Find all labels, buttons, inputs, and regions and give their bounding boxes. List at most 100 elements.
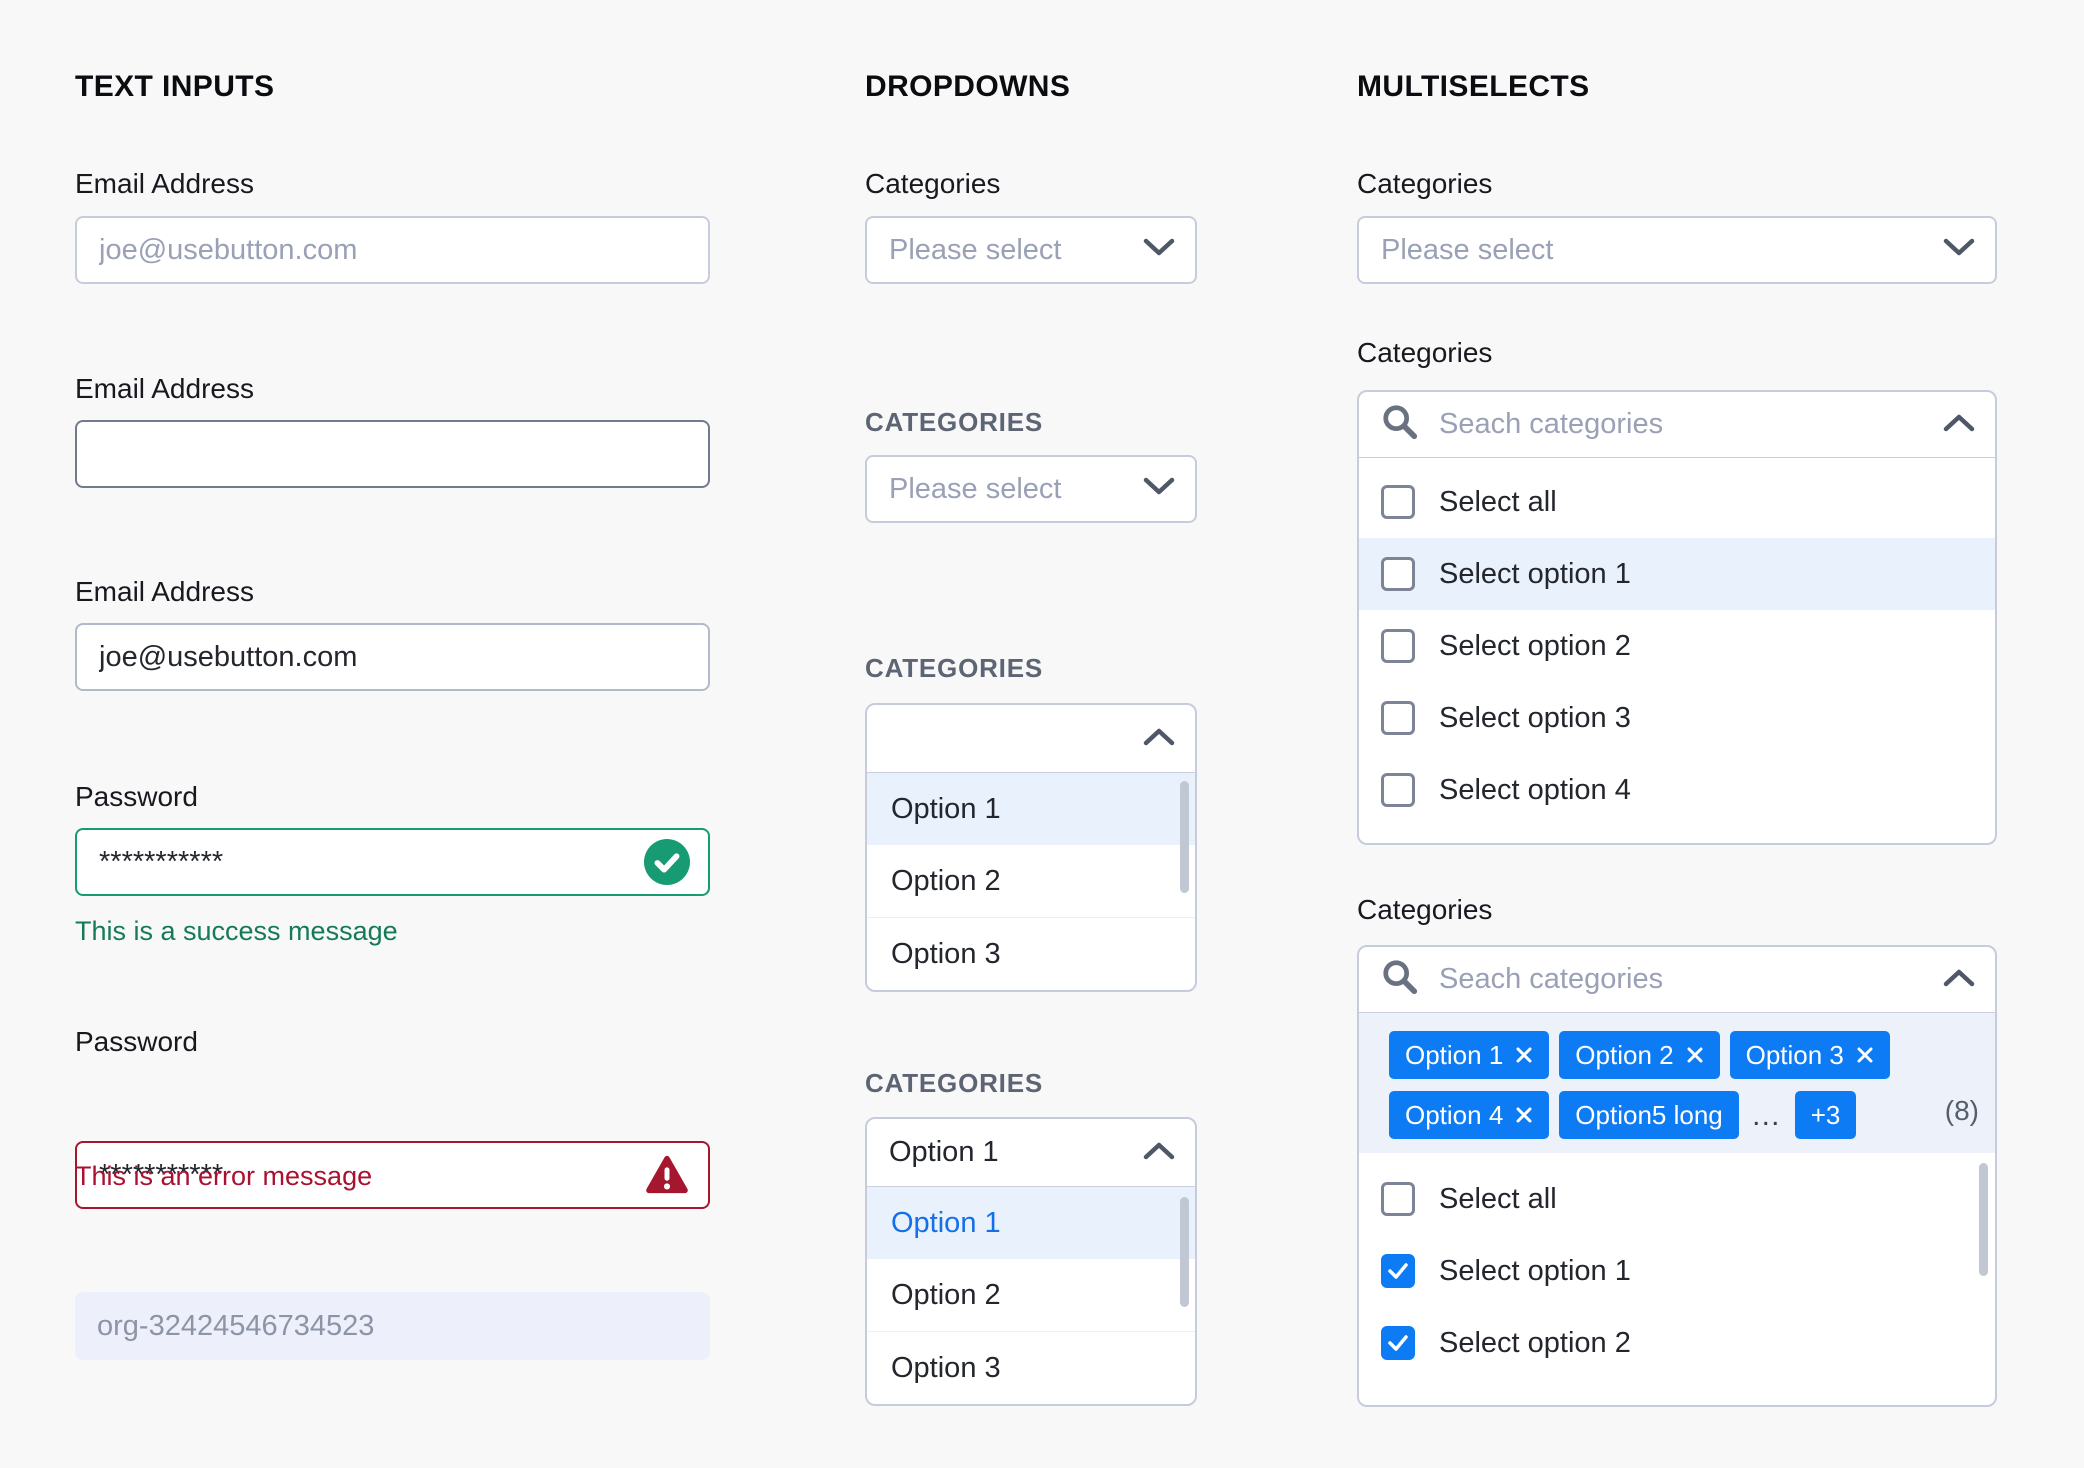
checkbox-label: Select option 1 xyxy=(1439,1254,1631,1287)
dropdown-caps-label: CATEGORIES xyxy=(865,407,1043,437)
scrollbar-thumb[interactable] xyxy=(1979,1163,1988,1276)
scrollbar-thumb[interactable] xyxy=(1180,781,1189,893)
org-id-input-disabled xyxy=(75,1292,710,1360)
tag-chip: Option 4 xyxy=(1389,1091,1550,1139)
dropdown-open-panel: Option 1 Option 2 Option 3 xyxy=(865,703,1197,992)
checkbox-checked[interactable] xyxy=(1381,1326,1415,1360)
checkbox-label: Select all xyxy=(1439,1182,1557,1215)
option-item[interactable]: Option 2 xyxy=(867,1259,1195,1332)
checkbox-label: Select all xyxy=(1439,485,1557,518)
chevron-up-icon xyxy=(1943,413,1975,437)
checkbox-label: Select option 2 xyxy=(1439,629,1631,662)
checkbox-checked[interactable] xyxy=(1381,1254,1415,1288)
multiselects-column: MULTISELECTS Categories Please select Ca… xyxy=(1357,0,1997,1468)
success-check-icon xyxy=(644,839,690,885)
tag-label: Option5 long xyxy=(1575,1099,1723,1130)
checkbox-row[interactable]: Select option 1 xyxy=(1359,538,1995,610)
scrollbar-thumb[interactable] xyxy=(1180,1197,1189,1307)
chevron-up-icon xyxy=(1143,1141,1175,1165)
multiselect-search-label: Categories xyxy=(1357,337,1493,368)
checkbox-row-select-all[interactable]: Select all xyxy=(1359,466,1995,538)
text-inputs-title: TEXT INPUTS xyxy=(75,70,275,103)
dropdown-open-options: Option 1 Option 2 Option 3 xyxy=(867,773,1195,990)
success-message: This is a success message xyxy=(75,916,398,946)
multiselects-title: MULTISELECTS xyxy=(1357,70,1590,103)
tag-remove-icon[interactable] xyxy=(1515,1046,1533,1064)
tag-label: Option 4 xyxy=(1405,1099,1504,1130)
dropdown-selected-trigger[interactable]: Option 1 xyxy=(867,1119,1195,1187)
email-input-placeholder[interactable] xyxy=(75,216,710,284)
tag-remove-icon[interactable] xyxy=(1686,1046,1704,1064)
password-input-success[interactable] xyxy=(75,828,710,896)
checkbox-row[interactable]: Select option 1 xyxy=(1359,1235,1995,1307)
multiselect-basic-label: Categories xyxy=(1357,168,1493,199)
multiselect-tags-panel: Option 1 Option 2 Option 3 Option 4 xyxy=(1357,945,1997,1407)
password-label-error: Password xyxy=(75,1026,198,1057)
checkbox-unchecked[interactable] xyxy=(1381,557,1415,591)
checkbox-label: Select option 1 xyxy=(1439,557,1631,590)
dropdown-open-label: CATEGORIES xyxy=(865,653,1043,683)
tag-label: Option 3 xyxy=(1745,1039,1844,1070)
multiselect-search-input[interactable] xyxy=(1437,407,1925,442)
email-input-filled[interactable] xyxy=(75,623,710,691)
chevron-up-icon xyxy=(1943,968,1975,992)
checkbox-unchecked[interactable] xyxy=(1381,701,1415,735)
checkbox-row[interactable]: Select option 4 xyxy=(1359,754,1995,826)
email-label-focused: Email Address xyxy=(75,373,254,404)
selected-count: (8) xyxy=(1944,1095,1979,1126)
multiselect-tags-label: Categories xyxy=(1357,894,1493,925)
option-item[interactable]: Option 1 xyxy=(867,773,1195,845)
option-item[interactable]: Option 3 xyxy=(867,918,1195,990)
multiselect-tags-search-input[interactable] xyxy=(1437,962,1925,997)
checkbox-label: Select option 2 xyxy=(1439,1326,1631,1359)
tag-overflow-chip[interactable]: +3 xyxy=(1794,1091,1857,1139)
tag-chip: Option5 long xyxy=(1559,1091,1739,1139)
dropdown-selected-value: Option 1 xyxy=(889,1136,999,1168)
dropdown-selected-label: CATEGORIES xyxy=(865,1068,1043,1098)
option-item[interactable]: Option 3 xyxy=(867,1332,1195,1404)
tag-label: Option 2 xyxy=(1575,1039,1674,1070)
dropdowns-title: DROPDOWNS xyxy=(865,70,1071,103)
dropdown-basic-label: Categories xyxy=(865,168,1001,199)
dropdown-open-trigger[interactable] xyxy=(867,705,1195,773)
dropdowns-column: DROPDOWNS Categories Please select CATEG… xyxy=(865,0,1197,1468)
checkbox-row-select-all[interactable]: Select all xyxy=(1359,1163,1995,1235)
checkbox-unchecked[interactable] xyxy=(1381,485,1415,519)
dropdown-caps-select[interactable]: Please select xyxy=(865,455,1197,523)
dropdown-basic-select[interactable]: Please select xyxy=(865,216,1197,284)
checkbox-unchecked[interactable] xyxy=(1381,773,1415,807)
checkbox-row[interactable]: Select option 2 xyxy=(1359,1307,1995,1379)
chevron-down-icon xyxy=(1943,238,1975,262)
multiselect-basic-select[interactable]: Please select xyxy=(1357,216,1997,284)
tag-remove-icon[interactable] xyxy=(1515,1106,1533,1124)
option-item-selected[interactable]: Option 1 xyxy=(867,1187,1195,1259)
checkbox-label: Select option 3 xyxy=(1439,701,1631,734)
checkbox-unchecked[interactable] xyxy=(1381,629,1415,663)
chevron-down-icon xyxy=(1143,238,1175,262)
tag-chip: Option 3 xyxy=(1729,1031,1890,1079)
multiselect-tags-search-row xyxy=(1359,947,1995,1013)
form-components-screen: TEXT INPUTS Email Address Email Address … xyxy=(0,0,2084,1468)
multiselect-search-options: Select all Select option 1 Select option… xyxy=(1359,458,1995,826)
email-label-filled: Email Address xyxy=(75,576,254,607)
dropdown-selected-options: Option 1 Option 2 Option 3 xyxy=(867,1187,1195,1404)
email-label: Email Address xyxy=(75,168,254,199)
password-label-success: Password xyxy=(75,781,198,812)
tag-remove-icon[interactable] xyxy=(1856,1046,1874,1064)
chevron-up-icon xyxy=(1143,727,1175,751)
error-message: This is an error message xyxy=(75,1161,373,1191)
checkbox-row[interactable]: Select option 3 xyxy=(1359,682,1995,754)
dropdown-selected-panel: Option 1 Option 1 Option 2 Option 3 xyxy=(865,1117,1197,1406)
option-item[interactable]: Option 2 xyxy=(867,845,1195,918)
dropdown-basic-placeholder: Please select xyxy=(889,233,1062,266)
dropdown-caps-placeholder: Please select xyxy=(889,472,1062,505)
text-inputs-column: TEXT INPUTS Email Address Email Address … xyxy=(75,0,710,1468)
checkbox-unchecked[interactable] xyxy=(1381,1182,1415,1216)
tag-chip: Option 2 xyxy=(1559,1031,1720,1079)
password-success-wrap xyxy=(75,828,710,896)
selected-tags-area: Option 1 Option 2 Option 3 Option 4 Opti… xyxy=(1359,1013,1995,1153)
search-icon xyxy=(1381,958,1419,1001)
checkbox-row[interactable]: Select option 2 xyxy=(1359,610,1995,682)
email-input-focused[interactable] xyxy=(75,420,710,488)
multiselect-basic-placeholder: Please select xyxy=(1381,233,1554,266)
